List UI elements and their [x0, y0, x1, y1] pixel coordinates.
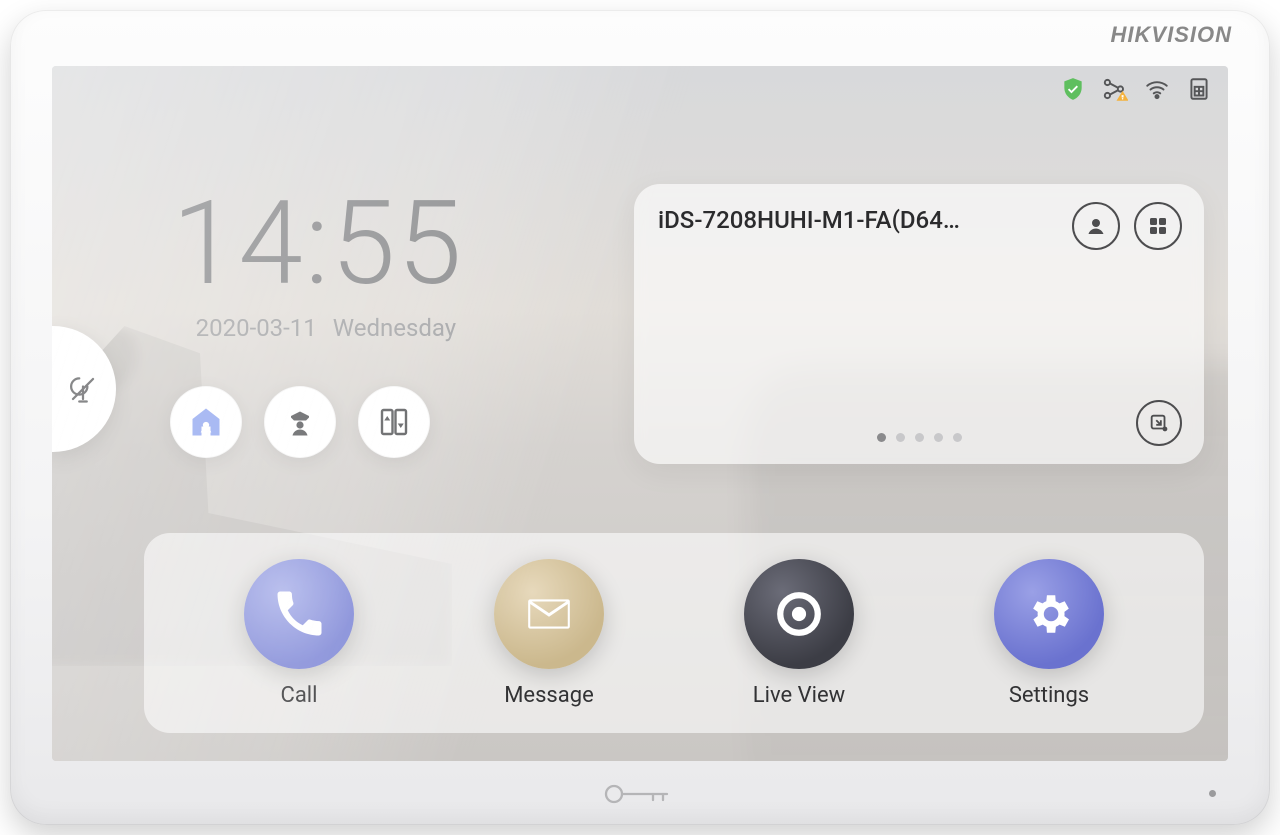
contacts-icon: [1084, 214, 1108, 238]
app-dock: Call Message Live View Settings: [144, 533, 1204, 733]
device-frame: HIKVISION: [10, 10, 1270, 825]
unlock-key-icon[interactable]: [603, 783, 677, 805]
minimize-button[interactable]: [1136, 400, 1182, 446]
gear-icon: [994, 559, 1104, 669]
guard-button[interactable]: [264, 386, 336, 458]
clock-weekday: Wednesday: [333, 314, 456, 342]
device-card-pager[interactable]: [634, 433, 1204, 442]
guard-icon: [282, 404, 318, 440]
home-icon: [188, 404, 224, 440]
clock-date: 2020-03-11 Wednesday: [172, 314, 464, 342]
minimize-icon: [1148, 412, 1170, 434]
liveview-app-label: Live View: [753, 683, 845, 708]
elevator-icon: [376, 404, 412, 440]
call-app-label: Call: [281, 683, 318, 708]
clock-time: 14:55: [172, 186, 464, 302]
dnd-icon: [68, 374, 98, 404]
touch-screen[interactable]: 14:55 2020-03-11 Wednesday: [52, 66, 1228, 761]
device-card-title: iDS-7208HUHI-M1-FA(D64…: [658, 206, 988, 234]
status-bar: [1060, 76, 1212, 102]
sim-card-icon[interactable]: [1186, 76, 1212, 102]
quick-actions: [170, 386, 430, 458]
camera-icon: [744, 559, 854, 669]
shield-check-icon[interactable]: [1060, 76, 1086, 102]
elevator-button[interactable]: [358, 386, 430, 458]
device-card[interactable]: iDS-7208HUHI-M1-FA(D64…: [634, 184, 1204, 464]
message-app-label: Message: [504, 683, 594, 708]
message-app[interactable]: Message: [494, 559, 604, 708]
wifi-icon[interactable]: [1144, 76, 1170, 102]
clock-widget: 14:55 2020-03-11 Wednesday: [172, 186, 464, 342]
liveview-app[interactable]: Live View: [744, 559, 854, 708]
phone-icon: [244, 559, 354, 669]
grid-button[interactable]: [1134, 202, 1182, 250]
mail-icon: [494, 559, 604, 669]
settings-app-label: Settings: [1009, 683, 1089, 708]
home-mode-button[interactable]: [170, 386, 242, 458]
brand-logo: HIKVISION: [1111, 24, 1232, 46]
grid-icon: [1146, 214, 1170, 238]
clock-date-value: 2020-03-11: [196, 314, 317, 342]
settings-app[interactable]: Settings: [994, 559, 1104, 708]
microphone-dot: [1209, 790, 1216, 797]
topology-warning-icon[interactable]: [1102, 76, 1128, 102]
contacts-button[interactable]: [1072, 202, 1120, 250]
call-app[interactable]: Call: [244, 559, 354, 708]
